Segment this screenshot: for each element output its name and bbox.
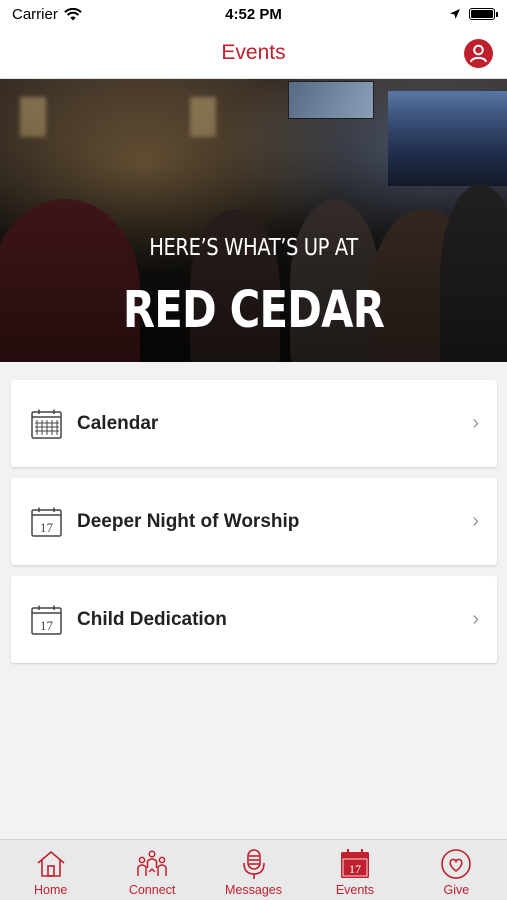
wifi-icon [64,7,82,20]
event-card-child-dedication[interactable]: 17 Child Dedication › [11,576,497,663]
heart-icon [441,849,472,879]
page-title: Events [221,41,286,64]
tab-connect[interactable]: Connect [101,840,202,900]
tab-label: Connect [128,883,176,897]
tab-label: Events [335,883,375,897]
event-card-deeper-night[interactable]: 17 Deeper Night of Worship › [11,478,497,565]
status-bar: Carrier 4:52 PM [0,0,507,28]
home-icon [37,851,65,877]
tab-label: Messages [225,883,282,897]
profile-button[interactable] [464,39,493,68]
user-icon [470,44,487,63]
tab-label: Home [34,883,68,897]
card-label: Calendar [77,412,159,434]
calendar-date-number: 17 [40,618,54,633]
chevron-right-icon: › [472,608,479,630]
hero-subtitle: HERE’S WHAT’S UP AT [149,235,358,261]
hero-banner: HERE’S WHAT’S UP AT RED CEDAR [0,79,507,362]
card-label: Child Dedication [77,608,227,630]
calendar-date-number: 17 [40,520,54,535]
tab-label: Give [443,883,470,897]
nav-bar: Events [0,28,507,79]
status-right [449,8,498,20]
chevron-right-icon: › [472,510,479,532]
calendar-card[interactable]: Calendar › [11,380,497,467]
calendar-date-icon: 17 [31,507,62,537]
tab-home[interactable]: Home [0,840,101,900]
tab-give[interactable]: Give [406,840,507,900]
card-label: Deeper Night of Worship [77,510,300,532]
carrier-label: Carrier [12,5,58,23]
battery-icon [469,8,498,20]
microphone-icon [242,849,265,879]
calendar-date-icon: 17 [31,605,62,635]
status-left: Carrier [12,6,82,23]
calendar-grid-icon [31,409,62,439]
hero-title: RED CEDAR [122,281,385,340]
tab-messages[interactable]: Messages [203,840,304,900]
chevron-right-icon: › [472,412,479,434]
location-arrow-icon [450,9,460,19]
tab-calendar-date: 17 [349,862,361,876]
calendar-icon: 17 [340,849,369,878]
tab-bar: Home Connect Messages 17 Events Give [0,839,507,900]
tab-events[interactable]: 17 Events [304,840,405,900]
people-icon [137,850,167,876]
